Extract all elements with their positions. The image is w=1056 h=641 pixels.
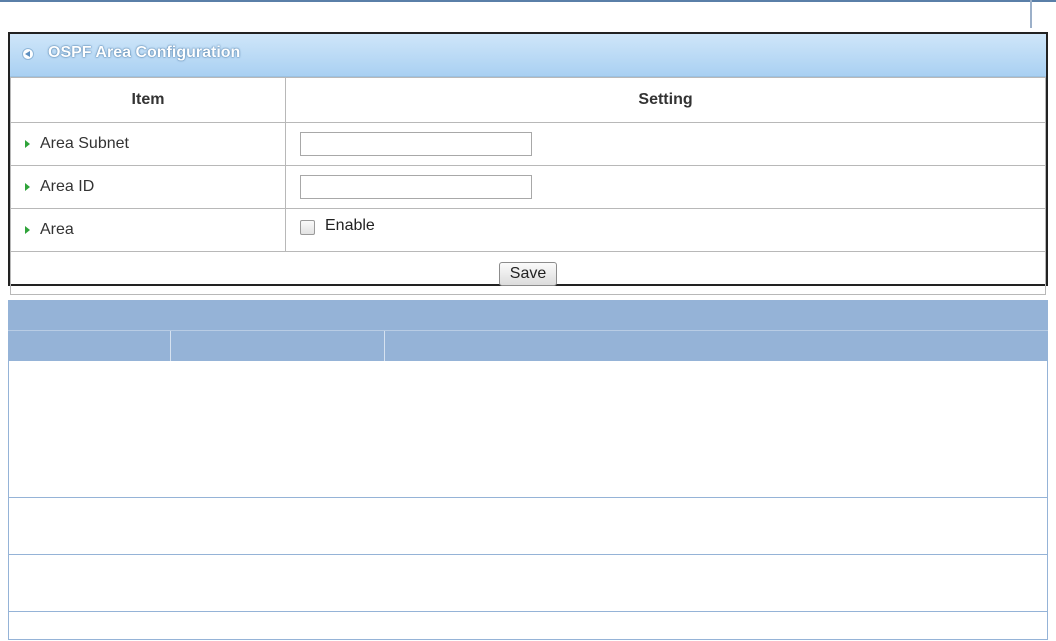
ospf-area-config-panel: OSPF Area Configuration Item Setting Are…	[8, 32, 1048, 295]
row-setting-cell: Enable	[285, 208, 1046, 252]
description-title-bar	[8, 300, 1048, 330]
table-row-area: Area Enable	[10, 208, 1046, 252]
collapse-arrow-icon[interactable]	[22, 48, 34, 60]
row-setting-cell	[285, 122, 1046, 166]
top-rule	[0, 0, 1056, 2]
bullet-arrow-icon	[25, 182, 30, 191]
area-id-input[interactable]	[300, 175, 532, 199]
page-edge-marker	[1030, 0, 1032, 28]
area-enable-checkbox[interactable]	[300, 220, 315, 236]
panel-header: OSPF Area Configuration	[10, 34, 1046, 77]
description-row	[8, 612, 1048, 640]
table-header-row: Item Setting	[10, 77, 1046, 123]
area-label: Area	[40, 221, 74, 238]
panel-title: OSPF Area Configuration	[48, 44, 241, 61]
description-row	[8, 498, 1048, 555]
save-cell: Save	[10, 251, 1046, 295]
column-header-item: Item	[10, 77, 286, 123]
column-divider	[170, 331, 171, 361]
area-id-label: Area ID	[40, 178, 95, 195]
row-label-cell: Area	[10, 208, 286, 252]
description-row	[8, 555, 1048, 612]
row-label-cell: Area ID	[10, 165, 286, 209]
table-row-area-subnet: Area Subnet	[10, 122, 1046, 166]
area-enable-label[interactable]: Enable	[325, 217, 375, 234]
config-table: Item Setting Area Subnet Area ID Area En…	[10, 77, 1046, 295]
table-row-area-id: Area ID	[10, 165, 1046, 209]
row-setting-cell	[285, 165, 1046, 209]
area-subnet-label: Area Subnet	[40, 135, 129, 152]
area-subnet-input[interactable]	[300, 132, 532, 156]
column-header-setting: Setting	[285, 77, 1046, 123]
bullet-arrow-icon	[25, 139, 30, 148]
column-divider	[384, 331, 385, 361]
table-row-actions: Save	[10, 251, 1046, 295]
description-table	[8, 300, 1048, 640]
description-column-header-row	[8, 330, 1048, 361]
row-label-cell: Area Subnet	[10, 122, 286, 166]
bullet-arrow-icon	[25, 225, 30, 234]
save-button[interactable]: Save	[498, 262, 558, 286]
description-row	[8, 361, 1048, 498]
